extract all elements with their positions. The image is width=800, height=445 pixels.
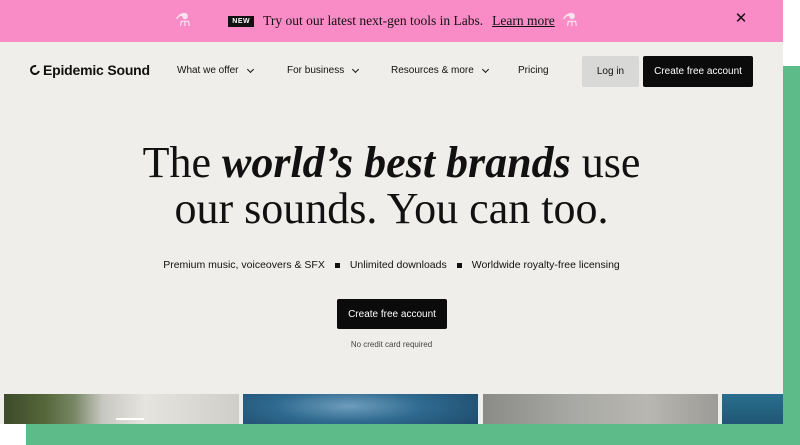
create-account-nav-button[interactable]: Create free account	[643, 56, 753, 87]
close-icon[interactable]: ✕	[733, 11, 749, 27]
media-tile-house[interactable]	[4, 394, 239, 424]
nav-item-label: For business	[287, 65, 345, 76]
logo-text: Epidemic Sound	[43, 62, 150, 78]
new-badge: NEW	[228, 15, 255, 27]
chevron-down-icon	[246, 65, 254, 73]
nav-item-label: What we offer	[177, 65, 239, 76]
bullet-square-icon	[456, 262, 462, 268]
flask-icon: ⚗	[174, 10, 192, 30]
window-detail	[116, 418, 144, 424]
nav-item-label: Pricing	[518, 65, 549, 76]
feature-list: Premium music, voiceovers & SFX Unlimite…	[0, 259, 783, 271]
media-tile-gray[interactable]	[483, 394, 718, 424]
announcement-banner: ⚗ NEW Try out our latest next-gen tools …	[0, 0, 783, 42]
hero-title-line2: our sounds. You can too.	[174, 184, 609, 233]
flask-icon: ⚗	[561, 10, 579, 30]
login-button[interactable]: Log in	[582, 56, 639, 87]
hero-title-post: use	[581, 138, 641, 187]
main-nav: Epidemic Sound What we offer For busines…	[0, 42, 783, 100]
media-tile-fish[interactable]	[243, 394, 478, 424]
chevron-down-icon	[481, 65, 489, 73]
nav-item-resources[interactable]: Resources & more	[391, 65, 489, 76]
hero-title: The world’s best brands use our sounds. …	[0, 140, 783, 232]
no-credit-card-note: No credit card required	[350, 340, 433, 349]
feature-item: Worldwide royalty-free licensing	[471, 259, 620, 271]
nav-item-pricing[interactable]: Pricing	[518, 65, 549, 76]
feature-item: Unlimited downloads	[349, 259, 447, 271]
banner-text: Try out our latest next-gen tools in Lab…	[263, 13, 484, 28]
logo-mark-icon	[28, 63, 42, 77]
learn-more-link[interactable]: Learn more	[492, 13, 555, 29]
hero-title-pre: The	[142, 138, 211, 187]
browser-page: ⚗ NEW Try out our latest next-gen tools …	[0, 0, 783, 424]
logo[interactable]: Epidemic Sound	[28, 62, 150, 78]
create-account-hero-button[interactable]: Create free account	[337, 299, 447, 329]
nav-item-what-we-offer[interactable]: What we offer	[177, 65, 254, 76]
bullet-square-icon	[334, 262, 340, 268]
media-tile-water[interactable]	[722, 394, 783, 424]
nav-item-label: Resources & more	[391, 65, 474, 76]
feature-item: Premium music, voiceovers & SFX	[163, 259, 325, 271]
nav-item-for-business[interactable]: For business	[287, 65, 360, 76]
hero-title-emphasis: world’s best brands	[221, 138, 571, 187]
chevron-down-icon	[352, 65, 360, 73]
